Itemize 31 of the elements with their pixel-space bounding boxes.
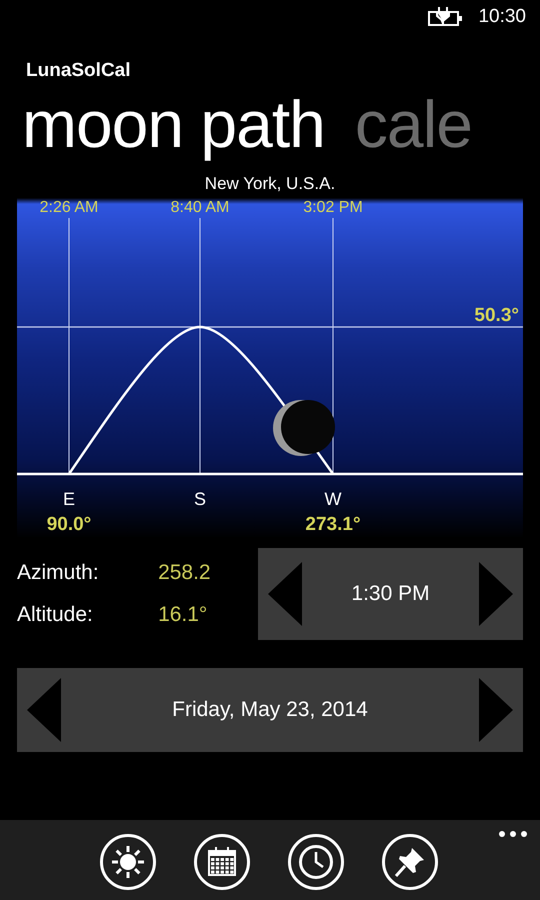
calendar-icon xyxy=(207,847,237,877)
clock-button[interactable] xyxy=(288,834,344,890)
rise-time: 2:26 AM xyxy=(40,199,98,216)
pivot-header[interactable]: cale xyxy=(354,86,472,162)
sun-button[interactable] xyxy=(100,834,156,890)
moon-icon xyxy=(273,400,335,456)
rise-direction: E xyxy=(63,489,75,509)
reading-value: 258.2 xyxy=(158,561,212,585)
pin-icon xyxy=(394,846,426,878)
set-azimuth: 273.1° xyxy=(305,514,361,535)
pivot-header[interactable]: moon path xyxy=(22,86,325,162)
clock-time: 10:30 xyxy=(478,6,526,28)
app-title: LunaSolCal xyxy=(26,60,132,82)
time-value: 1:30 PM xyxy=(351,582,430,606)
transit-direction: S xyxy=(194,489,206,509)
reading-label: Azimuth: xyxy=(17,561,100,585)
max-altitude: 50.3° xyxy=(474,305,519,326)
reading-label: Altitude: xyxy=(17,603,94,627)
set-time: 3:02 PM xyxy=(303,199,363,216)
set-direction: W xyxy=(324,489,342,509)
pin-button[interactable] xyxy=(382,834,438,890)
rise-azimuth: 90.0° xyxy=(46,514,92,535)
clock-icon xyxy=(298,844,334,880)
reading-value: 16.1° xyxy=(158,603,208,627)
date-value: Friday, May 23, 2014 xyxy=(172,698,368,722)
battery-charging-icon xyxy=(428,7,464,27)
calendar-button[interactable] xyxy=(194,834,250,890)
location-label: New York, U.S.A. xyxy=(204,174,336,195)
more-icon[interactable] xyxy=(498,830,528,838)
sun-icon xyxy=(111,845,145,879)
transit-time: 8:40 AM xyxy=(170,199,230,216)
